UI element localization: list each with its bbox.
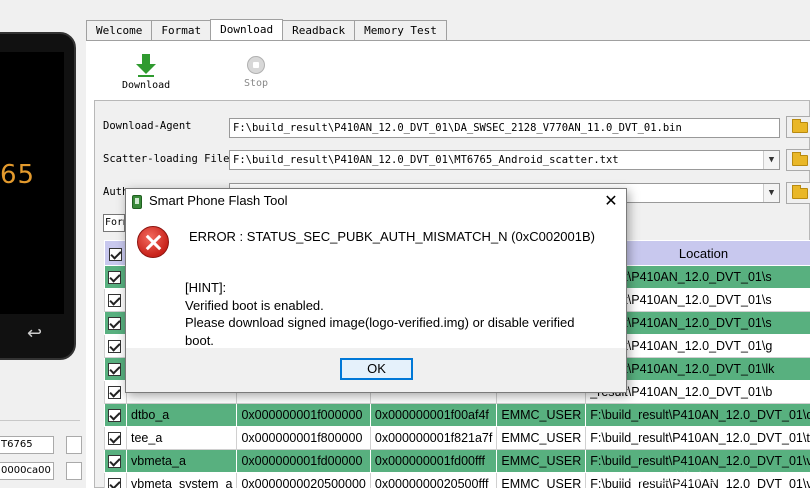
row-checkbox[interactable] (104, 426, 127, 450)
region: EMMC_USER (496, 426, 587, 450)
folder-icon (792, 185, 808, 199)
dialog-title: Smart Phone Flash Tool (149, 193, 288, 208)
check-icon (109, 247, 122, 261)
chevron-down-icon[interactable]: ▼ (763, 151, 779, 169)
tab-format[interactable]: Format (151, 20, 212, 40)
chevron-down-icon[interactable]: ▼ (763, 184, 779, 202)
select-all-checkbox[interactable] (104, 240, 127, 266)
download-label: Download (122, 80, 171, 91)
format-all-dropdown[interactable]: Form (103, 214, 125, 232)
download-agent-label: Download-Agent (103, 120, 192, 132)
end-address: 0x000000001fd00fff (369, 449, 498, 473)
chip-label: 65 (0, 160, 36, 190)
download-arrow-icon (136, 54, 157, 77)
row-checkbox[interactable] (104, 265, 127, 289)
back-icon: ↩ (27, 323, 43, 344)
scatter-file-select[interactable]: F:\build_result\P410AN_12.0_DVT_01\MT676… (229, 150, 780, 170)
auth-file-browse-button[interactable] (786, 182, 810, 204)
stop-button[interactable]: Stop (244, 54, 268, 89)
error-dialog: Smart Phone Flash Tool ✕ ERROR : STATUS_… (125, 188, 627, 393)
dialog-titlebar: Smart Phone Flash Tool ✕ (126, 189, 626, 214)
scatter-file-browse-button[interactable] (786, 149, 810, 171)
folder-icon (792, 119, 808, 133)
watermark: CSDN @路街青春FX (620, 471, 734, 485)
begin-address: 0x000000001f800000 (236, 426, 371, 450)
row-checkbox[interactable] (104, 334, 127, 358)
file-location: F:\build_result\P410AN_12.0_DVT_01\te (585, 426, 810, 450)
check-icon (108, 478, 121, 488)
hint-line-2: Please download signed image(logo-verifi… (185, 315, 575, 348)
tab-welcome[interactable]: Welcome (86, 20, 153, 40)
region: EMMC_USER (496, 449, 587, 473)
hint-title: [HINT]: (185, 280, 227, 295)
tab-download[interactable]: Download (210, 19, 284, 40)
device-panel: ↩ 65 T6765 0000ca00 (0, 0, 86, 488)
check-icon (108, 340, 121, 354)
table-row[interactable]: tee_a 0x000000001f800000 0x000000001f821a7… (104, 426, 810, 450)
close-icon[interactable]: ✕ (596, 189, 626, 214)
phone-image: ↩ (0, 32, 76, 360)
address-field: 0000ca00 (0, 462, 54, 480)
address-small-field (66, 462, 82, 480)
download-agent-browse-button[interactable] (786, 116, 810, 138)
tab-bar: Welcome Format Download Readback Memory … (86, 19, 447, 40)
scatter-file-label: Scatter-loading File (103, 153, 230, 165)
row-checkbox[interactable] (104, 288, 127, 312)
end-address: 0x000000001f821a7f (369, 426, 498, 450)
row-checkbox[interactable] (104, 403, 127, 427)
row-checkbox[interactable] (104, 449, 127, 473)
app-icon (132, 195, 142, 209)
row-checkbox[interactable] (104, 472, 127, 488)
partition-name: dtbo_a (125, 403, 238, 427)
hint-line-1: Verified boot is enabled. (185, 297, 324, 313)
hint-message: [HINT]: Verified boot is enabled. Please… (185, 279, 605, 349)
region: EMMC_USER (496, 472, 587, 488)
row-checkbox[interactable] (104, 380, 127, 404)
check-icon (108, 271, 121, 285)
begin-address: 0x0000000020500000 (236, 472, 371, 488)
check-icon (108, 317, 121, 331)
begin-address: 0x000000001f000000 (236, 403, 371, 427)
folder-icon (792, 152, 808, 166)
tab-readback[interactable]: Readback (282, 20, 356, 40)
partition-name: tee_a (125, 426, 238, 450)
file-location: F:\build_result\P410AN_12.0_DVT_01\d (585, 403, 810, 427)
table-row[interactable]: dtbo_a 0x000000001f000000 0x000000001f00af… (104, 403, 810, 427)
check-icon (108, 409, 121, 423)
end-address: 0x0000000020500fff (369, 472, 498, 488)
scatter-file-value: F:\build_result\P410AN_12.0_DVT_01\MT676… (233, 154, 619, 166)
check-icon (108, 432, 121, 446)
chip-small-field (66, 436, 82, 454)
check-icon (108, 386, 121, 400)
ok-button[interactable]: OK (340, 358, 413, 380)
error-icon (137, 226, 169, 258)
partition-name: vbmeta_system_a (125, 472, 238, 488)
check-icon (108, 363, 121, 377)
download-button[interactable]: Download (122, 54, 170, 91)
error-message: ERROR : STATUS_SEC_PUBK_AUTH_MISMATCH_N … (189, 229, 595, 244)
end-address: 0x000000001f00af4f (369, 403, 498, 427)
stop-icon (247, 56, 266, 74)
check-icon (108, 294, 121, 308)
stop-label: Stop (244, 78, 269, 89)
divider (0, 420, 80, 421)
check-icon (108, 455, 121, 469)
chip-field: T6765 (0, 436, 54, 454)
row-checkbox[interactable] (104, 357, 127, 381)
begin-address: 0x000000001fd00000 (236, 449, 371, 473)
row-checkbox[interactable] (104, 311, 127, 335)
partition-name: vbmeta_a (125, 449, 238, 473)
download-agent-input[interactable]: F:\build_result\P410AN_12.0_DVT_01\DA_SW… (229, 118, 780, 138)
region: EMMC_USER (496, 403, 587, 427)
tab-memory-test[interactable]: Memory Test (354, 20, 447, 40)
